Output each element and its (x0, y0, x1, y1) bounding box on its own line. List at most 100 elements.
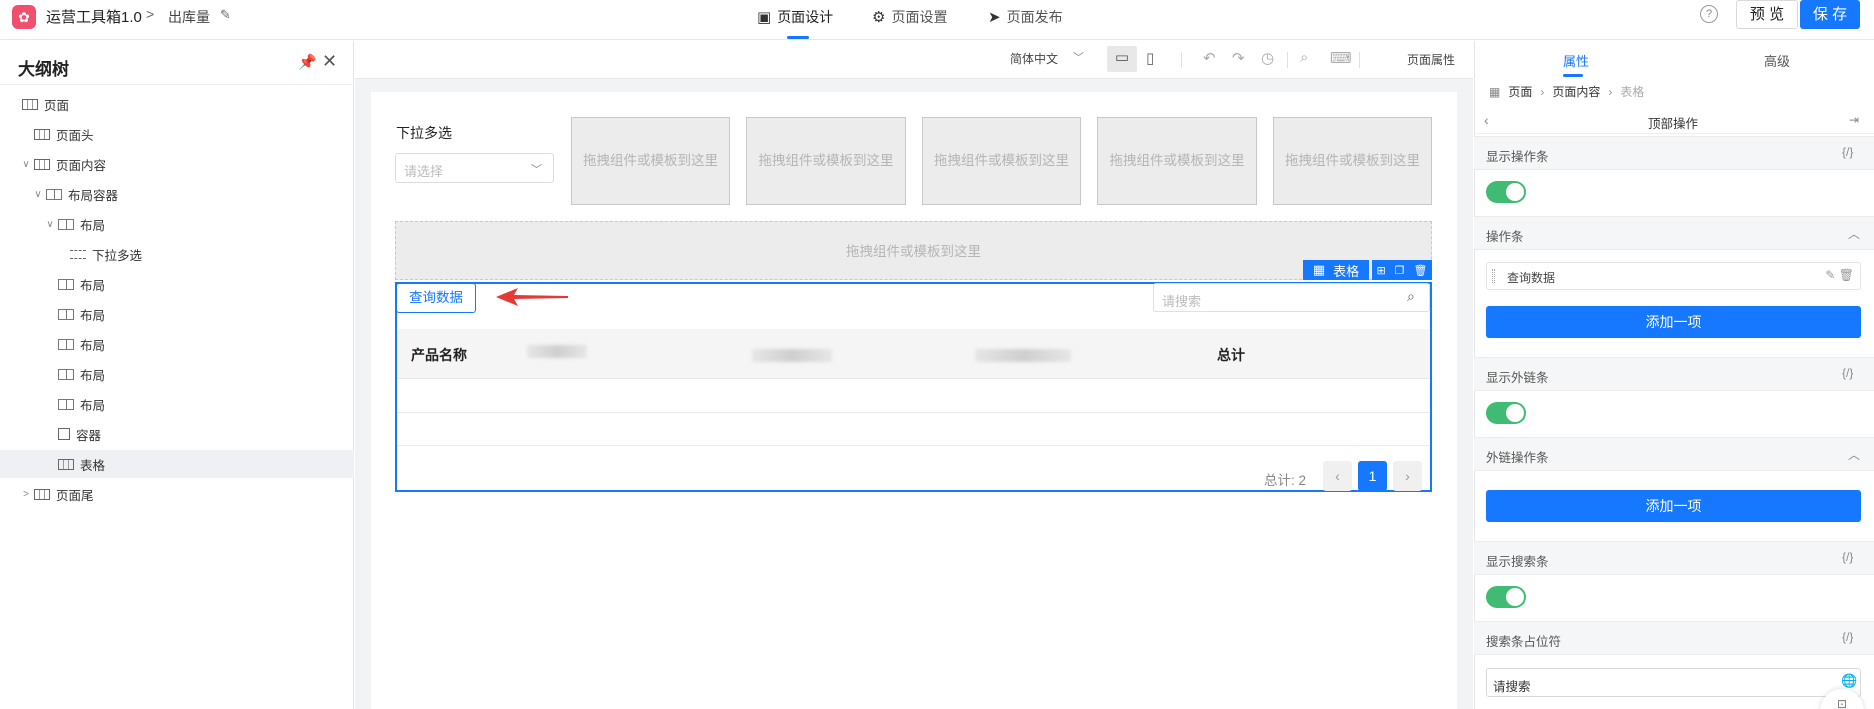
edit-icon[interactable]: ✎ (220, 7, 231, 23)
chevron-down-icon[interactable]: ﹀ (531, 161, 542, 177)
tree-item-label: 布局 (80, 368, 106, 383)
pin-icon[interactable]: 📌 (298, 53, 317, 71)
copy-icon[interactable]: ❐ (1395, 264, 1405, 277)
show-ops-toggle[interactable] (1486, 181, 1526, 203)
table-search-input[interactable]: 请搜索 (1153, 283, 1430, 312)
exit-icon[interactable]: ⇥ (1849, 113, 1859, 127)
keyboard-icon[interactable]: ⌨ (1330, 49, 1352, 67)
section-show-search: 显示搜索条 {/} (1474, 541, 1874, 575)
op-list-item[interactable]: 查询数据 ✎ 🗑 (1486, 262, 1861, 290)
pagination-total: 总计: 2 (1264, 473, 1307, 488)
tree-item[interactable]: 布局 (0, 300, 354, 328)
query-data-button[interactable]: 查询数据 (396, 283, 476, 313)
table-row[interactable] (397, 380, 1430, 413)
breadcrumb-item[interactable]: 页面内容 (1552, 83, 1600, 100)
drop-zone[interactable]: 拖拽组件或模板到这里 (1273, 117, 1432, 205)
history-icon[interactable]: ◷ (1261, 49, 1274, 67)
tab-page-design[interactable]: ▣ 页面设计 (757, 7, 833, 27)
language-select[interactable]: 简体中文 (1010, 50, 1058, 67)
expression-icon[interactable]: {/} (1842, 366, 1853, 380)
next-page-button[interactable]: › (1393, 461, 1422, 491)
columns-icon (58, 338, 74, 350)
annotation-arrow-icon (496, 288, 568, 306)
table-row[interactable] (397, 413, 1430, 446)
delete-icon[interactable]: 🗑 (1414, 264, 1428, 277)
page-name[interactable]: 出库量 (168, 7, 210, 27)
redo-icon[interactable]: ↷ (1232, 49, 1245, 67)
search-icon[interactable]: ⌕ (1300, 49, 1308, 66)
help-icon[interactable]: ? (1700, 5, 1718, 23)
expression-icon[interactable]: {/} (1842, 550, 1853, 564)
search-icon[interactable]: ⌕ (1407, 288, 1415, 305)
subpanel-title: 顶部操作 (1648, 117, 1699, 131)
tree-item[interactable]: ∨ 布局容器 (0, 180, 354, 208)
table-component-tag[interactable]: ▦ 表格 (1303, 260, 1369, 280)
columns-icon (46, 188, 62, 200)
preview-button[interactable]: 预 览 (1736, 0, 1798, 29)
chevron-down-icon[interactable]: ∨ (44, 219, 56, 230)
chevron-down-icon[interactable]: ∨ (20, 159, 32, 170)
grid-icon (22, 98, 38, 110)
tree-item[interactable]: 下拉多选 (0, 240, 354, 268)
grid-icon (34, 488, 50, 500)
back-icon[interactable]: ‹ (1484, 112, 1489, 128)
chevron-up-icon[interactable]: ︿ (1848, 225, 1860, 242)
page-properties-button[interactable]: 页面属性 (1407, 51, 1455, 68)
drop-zone[interactable]: 拖拽组件或模板到这里 (571, 117, 730, 205)
tab-page-settings[interactable]: ⚙ 页面设置 (872, 7, 947, 27)
add-op-button[interactable]: 添加一项 (1486, 306, 1861, 338)
show-link-toggle[interactable] (1486, 402, 1526, 424)
prev-page-button[interactable]: ‹ (1323, 461, 1352, 491)
search-placeholder-input[interactable]: 请搜索 (1486, 668, 1861, 697)
add-link-button[interactable]: 添加一项 (1486, 490, 1861, 522)
drop-zone[interactable]: 拖拽组件或模板到这里 (1097, 117, 1257, 205)
expression-icon[interactable]: {/} (1842, 145, 1853, 159)
drag-handle-icon[interactable] (1492, 269, 1495, 283)
delete-icon[interactable]: 🗑 (1839, 268, 1854, 282)
undo-icon[interactable]: ↶ (1203, 49, 1216, 67)
chevron-up-icon[interactable]: ︿ (1848, 446, 1860, 463)
tree-item[interactable]: 布局 (0, 390, 354, 418)
show-search-toggle[interactable] (1486, 586, 1526, 608)
tree-item[interactable]: 页面 (0, 90, 354, 118)
insert-icon[interactable]: ⊞ (1376, 264, 1385, 277)
section-link-ops: 外链操作条 ︿ (1474, 437, 1874, 471)
section-label: 搜索条占位符 (1486, 635, 1562, 649)
tree-item[interactable]: 布局 (0, 330, 354, 358)
current-page-button[interactable]: 1 (1358, 461, 1387, 491)
chevron-down-icon[interactable]: ∨ (32, 189, 44, 200)
tree-item[interactable]: 表格 (0, 450, 354, 478)
tree-item[interactable]: 布局 (0, 270, 354, 298)
chevron-right-icon[interactable]: > (20, 489, 32, 500)
section-label: 显示外链条 (1486, 371, 1549, 385)
tab-properties[interactable]: 属性 (1563, 51, 1589, 70)
section-show-link: 显示外链条 {/} (1474, 357, 1874, 391)
tree-item[interactable]: 页面头 (0, 120, 354, 148)
chevron-right-icon: › (1540, 84, 1545, 99)
tree-item[interactable]: 布局 (0, 360, 354, 388)
chevron-down-icon[interactable]: ﹀ (1073, 49, 1084, 65)
edit-icon[interactable]: ✎ (1825, 268, 1835, 282)
breadcrumb-item[interactable]: 页面 (1508, 83, 1532, 100)
drop-zone[interactable]: 拖拽组件或模板到这里 (922, 117, 1081, 205)
tree-item[interactable]: ∨ 布局 (0, 210, 354, 238)
section-label: 外链操作条 (1486, 451, 1549, 465)
section-label: 显示操作条 (1486, 150, 1549, 164)
app-logo-icon: ✿ (12, 5, 36, 29)
tab-advanced[interactable]: 高级 (1764, 51, 1790, 70)
mobile-icon[interactable]: ▯ (1146, 49, 1154, 67)
expression-icon[interactable]: {/} (1842, 630, 1853, 644)
save-button[interactable]: 保 存 (1800, 0, 1860, 29)
app-title[interactable]: 运营工具箱1.0 (46, 6, 142, 27)
drop-zone-wide[interactable]: 拖拽组件或模板到这里 (395, 221, 1432, 280)
tree-item[interactable]: 容器 (0, 420, 354, 448)
desktop-icon[interactable]: ▭ (1107, 46, 1137, 72)
active-tab-indicator (1563, 74, 1583, 77)
drop-zone[interactable]: 拖拽组件或模板到这里 (746, 117, 906, 205)
tree-item[interactable]: > 页面尾 (0, 480, 354, 508)
send-icon: ➤ (988, 9, 1001, 26)
globe-icon[interactable]: 🌐 (1841, 673, 1857, 689)
tab-page-publish[interactable]: ➤ 页面发布 (988, 7, 1063, 27)
close-icon[interactable]: ✕ (322, 51, 337, 72)
tree-item[interactable]: ∨ 页面内容 (0, 150, 354, 178)
